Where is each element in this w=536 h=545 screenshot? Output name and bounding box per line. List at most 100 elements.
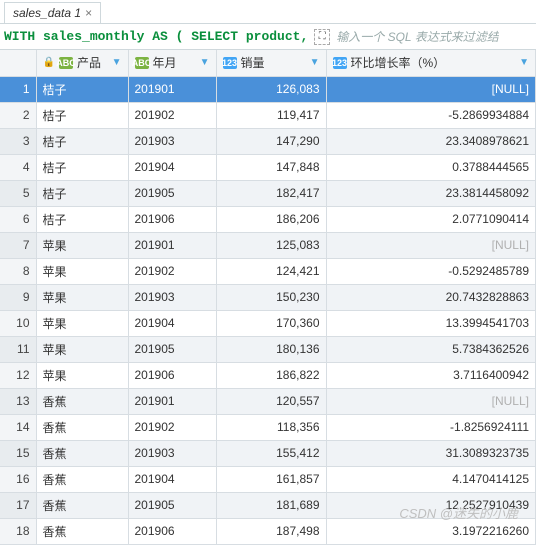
cell-sales[interactable]: 118,356 bbox=[216, 414, 326, 440]
cell-sales[interactable]: 161,857 bbox=[216, 466, 326, 492]
row-number[interactable]: 7 bbox=[0, 232, 36, 258]
row-number[interactable]: 16 bbox=[0, 466, 36, 492]
cell-sales[interactable]: 120,557 bbox=[216, 388, 326, 414]
table-row[interactable]: 17香蕉201905181,68912.2527910439 bbox=[0, 492, 536, 518]
row-number[interactable]: 1 bbox=[0, 76, 36, 102]
cell-product[interactable]: 桔子 bbox=[36, 76, 128, 102]
expand-icon[interactable]: ⛶ bbox=[314, 29, 330, 45]
cell-growth[interactable]: 23.3408978621 bbox=[326, 128, 536, 154]
row-number[interactable]: 3 bbox=[0, 128, 36, 154]
cell-growth[interactable]: 20.7432828863 bbox=[326, 284, 536, 310]
row-number[interactable]: 8 bbox=[0, 258, 36, 284]
cell-yearmonth[interactable]: 201906 bbox=[128, 518, 216, 544]
row-number[interactable]: 2 bbox=[0, 102, 36, 128]
chevron-down-icon[interactable]: ▼ bbox=[112, 57, 122, 68]
cell-yearmonth[interactable]: 201901 bbox=[128, 388, 216, 414]
cell-growth-null[interactable]: [NULL] bbox=[326, 232, 536, 258]
cell-product[interactable]: 香蕉 bbox=[36, 466, 128, 492]
cell-growth[interactable]: 23.3814458092 bbox=[326, 180, 536, 206]
cell-product[interactable]: 香蕉 bbox=[36, 440, 128, 466]
cell-growth-null[interactable]: [NULL] bbox=[326, 76, 536, 102]
cell-sales[interactable]: 119,417 bbox=[216, 102, 326, 128]
table-row[interactable]: 5桔子201905182,41723.3814458092 bbox=[0, 180, 536, 206]
cell-sales[interactable]: 186,822 bbox=[216, 362, 326, 388]
cell-yearmonth[interactable]: 201903 bbox=[128, 440, 216, 466]
cell-yearmonth[interactable]: 201902 bbox=[128, 258, 216, 284]
cell-product[interactable]: 桔子 bbox=[36, 154, 128, 180]
cell-yearmonth[interactable]: 201901 bbox=[128, 76, 216, 102]
row-number[interactable]: 10 bbox=[0, 310, 36, 336]
cell-sales[interactable]: 180,136 bbox=[216, 336, 326, 362]
cell-growth[interactable]: 4.1470414125 bbox=[326, 466, 536, 492]
cell-product[interactable]: 香蕉 bbox=[36, 518, 128, 544]
row-number[interactable]: 14 bbox=[0, 414, 36, 440]
cell-growth[interactable]: -0.5292485789 bbox=[326, 258, 536, 284]
cell-sales[interactable]: 155,412 bbox=[216, 440, 326, 466]
cell-product[interactable]: 苹果 bbox=[36, 232, 128, 258]
cell-product[interactable]: 桔子 bbox=[36, 102, 128, 128]
cell-growth[interactable]: 3.1972216260 bbox=[326, 518, 536, 544]
table-row[interactable]: 13香蕉201901120,557[NULL] bbox=[0, 388, 536, 414]
cell-product[interactable]: 苹果 bbox=[36, 284, 128, 310]
cell-yearmonth[interactable]: 201902 bbox=[128, 102, 216, 128]
cell-yearmonth[interactable]: 201904 bbox=[128, 154, 216, 180]
cell-sales[interactable]: 126,083 bbox=[216, 76, 326, 102]
tab-sales-data[interactable]: sales_data 1 × bbox=[4, 2, 101, 23]
cell-growth[interactable]: 0.3788444565 bbox=[326, 154, 536, 180]
table-row[interactable]: 2桔子201902119,417-5.2869934884 bbox=[0, 102, 536, 128]
cell-sales[interactable]: 181,689 bbox=[216, 492, 326, 518]
cell-yearmonth[interactable]: 201904 bbox=[128, 466, 216, 492]
table-row[interactable]: 3桔子201903147,29023.3408978621 bbox=[0, 128, 536, 154]
header-yearmonth[interactable]: ABC 年月 ▼ bbox=[128, 50, 216, 76]
table-row[interactable]: 6桔子201906186,2062.0771090414 bbox=[0, 206, 536, 232]
header-growth[interactable]: 123 环比增长率（%） ▼ bbox=[326, 50, 536, 76]
chevron-down-icon[interactable]: ▼ bbox=[519, 57, 529, 68]
table-row[interactable]: 10苹果201904170,36013.3994541703 bbox=[0, 310, 536, 336]
cell-yearmonth[interactable]: 201901 bbox=[128, 232, 216, 258]
cell-product[interactable]: 香蕉 bbox=[36, 492, 128, 518]
table-row[interactable]: 7苹果201901125,083[NULL] bbox=[0, 232, 536, 258]
cell-sales[interactable]: 147,848 bbox=[216, 154, 326, 180]
cell-yearmonth[interactable]: 201903 bbox=[128, 128, 216, 154]
cell-yearmonth[interactable]: 201905 bbox=[128, 180, 216, 206]
cell-product[interactable]: 苹果 bbox=[36, 310, 128, 336]
cell-product[interactable]: 苹果 bbox=[36, 362, 128, 388]
row-number[interactable]: 4 bbox=[0, 154, 36, 180]
row-number[interactable]: 6 bbox=[0, 206, 36, 232]
cell-yearmonth[interactable]: 201904 bbox=[128, 310, 216, 336]
table-row[interactable]: 1桔子201901126,083[NULL] bbox=[0, 76, 536, 102]
sql-expression[interactable]: WITH sales_monthly AS ( SELECT product, bbox=[4, 29, 308, 44]
table-row[interactable]: 9苹果201903150,23020.7432828863 bbox=[0, 284, 536, 310]
row-number[interactable]: 11 bbox=[0, 336, 36, 362]
header-sales[interactable]: 123 销量 ▼ bbox=[216, 50, 326, 76]
cell-sales[interactable]: 124,421 bbox=[216, 258, 326, 284]
cell-growth[interactable]: -1.8256924111 bbox=[326, 414, 536, 440]
cell-product[interactable]: 桔子 bbox=[36, 206, 128, 232]
cell-sales[interactable]: 125,083 bbox=[216, 232, 326, 258]
cell-yearmonth[interactable]: 201906 bbox=[128, 362, 216, 388]
cell-product[interactable]: 香蕉 bbox=[36, 388, 128, 414]
table-row[interactable]: 18香蕉201906187,4983.1972216260 bbox=[0, 518, 536, 544]
table-row[interactable]: 12苹果201906186,8223.7116400942 bbox=[0, 362, 536, 388]
row-number[interactable]: 18 bbox=[0, 518, 36, 544]
row-number[interactable]: 15 bbox=[0, 440, 36, 466]
cell-growth[interactable]: 2.0771090414 bbox=[326, 206, 536, 232]
cell-yearmonth[interactable]: 201906 bbox=[128, 206, 216, 232]
header-product[interactable]: 🔒 ABC 产品 ▼ bbox=[36, 50, 128, 76]
cell-growth[interactable]: 3.7116400942 bbox=[326, 362, 536, 388]
row-number[interactable]: 12 bbox=[0, 362, 36, 388]
table-row[interactable]: 15香蕉201903155,41231.3089323735 bbox=[0, 440, 536, 466]
cell-sales[interactable]: 182,417 bbox=[216, 180, 326, 206]
cell-yearmonth[interactable]: 201905 bbox=[128, 492, 216, 518]
cell-product[interactable]: 苹果 bbox=[36, 258, 128, 284]
cell-product[interactable]: 桔子 bbox=[36, 128, 128, 154]
cell-growth[interactable]: 12.2527910439 bbox=[326, 492, 536, 518]
cell-sales[interactable]: 170,360 bbox=[216, 310, 326, 336]
cell-product[interactable]: 苹果 bbox=[36, 336, 128, 362]
chevron-down-icon[interactable]: ▼ bbox=[310, 57, 320, 68]
cell-yearmonth[interactable]: 201905 bbox=[128, 336, 216, 362]
cell-sales[interactable]: 147,290 bbox=[216, 128, 326, 154]
cell-yearmonth[interactable]: 201903 bbox=[128, 284, 216, 310]
table-row[interactable]: 4桔子201904147,8480.3788444565 bbox=[0, 154, 536, 180]
cell-sales[interactable]: 186,206 bbox=[216, 206, 326, 232]
